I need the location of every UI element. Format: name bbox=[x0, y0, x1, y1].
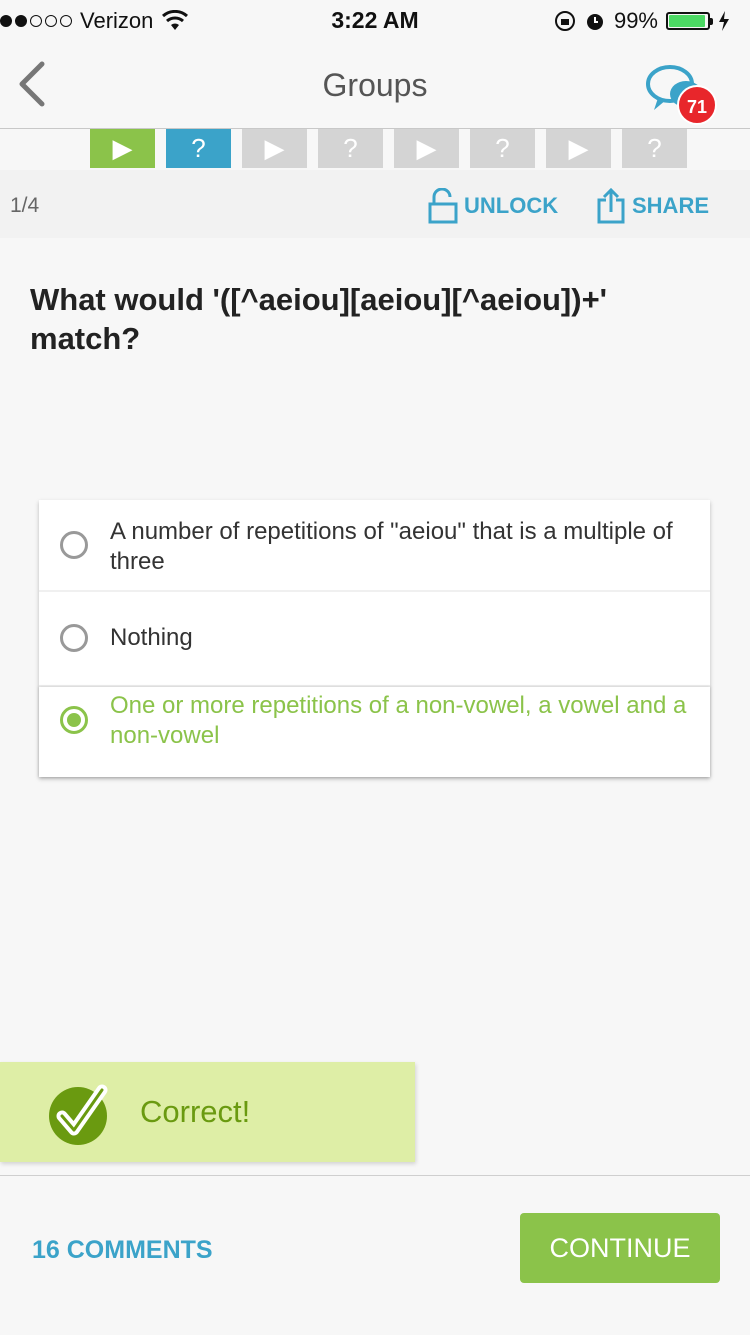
feedback-banner: Correct! bbox=[0, 1062, 415, 1162]
answer-option[interactable]: A number of repetitions of "aeiou" that … bbox=[39, 500, 710, 592]
share-icon bbox=[597, 188, 625, 224]
checkmark-icon bbox=[49, 1084, 108, 1145]
unlock-icon bbox=[428, 188, 458, 224]
progress-step-quiz[interactable]: ? bbox=[622, 129, 687, 168]
battery-percent: 99% bbox=[613, 8, 658, 33]
nav-bar: Groups 71 bbox=[0, 40, 750, 129]
footer-bar: 16 COMMENTS CONTINUE bbox=[0, 1175, 750, 1335]
radio-button[interactable] bbox=[60, 624, 88, 652]
progress-step-lesson[interactable]: ▶ bbox=[90, 129, 155, 168]
progress-step-quiz[interactable]: ? bbox=[166, 129, 231, 168]
status-bar: Verizon 3:22 AM 99% bbox=[0, 0, 750, 40]
rotation-lock-icon bbox=[554, 11, 575, 31]
answer-text: A number of repetitions of "aeiou" that … bbox=[110, 518, 673, 575]
progress-step-quiz[interactable]: ? bbox=[318, 129, 383, 168]
quiz-toolbar: 1/4 UNLOCK SHARE bbox=[0, 170, 750, 238]
question-text: What would '([^aeiou][aeiou][^aeiou])+' … bbox=[30, 282, 608, 356]
progress-step-lesson[interactable]: ▶ bbox=[394, 129, 459, 168]
answer-text: One or more repetitions of a non-vowel, … bbox=[110, 692, 687, 749]
lesson-progress: ▶ ? ▶ ? ▶ ? ▶ ? bbox=[90, 129, 687, 168]
progress-step-lesson[interactable]: ▶ bbox=[546, 129, 611, 168]
radio-button[interactable] bbox=[60, 531, 88, 559]
answer-list: A number of repetitions of "aeiou" that … bbox=[39, 500, 710, 777]
answer-option[interactable]: Nothing bbox=[39, 592, 710, 687]
answer-text: Nothing bbox=[110, 624, 193, 651]
feedback-label: Correct! bbox=[140, 1094, 251, 1129]
comments-link[interactable]: 16 COMMENTS bbox=[32, 1236, 213, 1265]
radio-button-selected[interactable] bbox=[60, 706, 88, 734]
progress-step-lesson[interactable]: ▶ bbox=[242, 129, 307, 168]
answer-option-selected[interactable]: One or more repetitions of a non-vowel, … bbox=[39, 687, 710, 777]
share-label: SHARE bbox=[632, 193, 710, 218]
status-right: 99% bbox=[554, 8, 730, 34]
share-button[interactable]: SHARE bbox=[596, 188, 709, 224]
page-indicator: 1/4 bbox=[10, 194, 40, 217]
notification-badge: 71 bbox=[677, 85, 717, 125]
page-title: Groups bbox=[322, 67, 428, 103]
battery-icon bbox=[666, 12, 713, 30]
progress-step-quiz[interactable]: ? bbox=[470, 129, 535, 168]
alarm-icon bbox=[586, 14, 603, 30]
unlock-label: UNLOCK bbox=[464, 193, 559, 218]
unlock-button[interactable]: UNLOCK bbox=[428, 188, 558, 224]
continue-button[interactable]: CONTINUE bbox=[520, 1213, 720, 1283]
charging-icon bbox=[719, 11, 729, 31]
